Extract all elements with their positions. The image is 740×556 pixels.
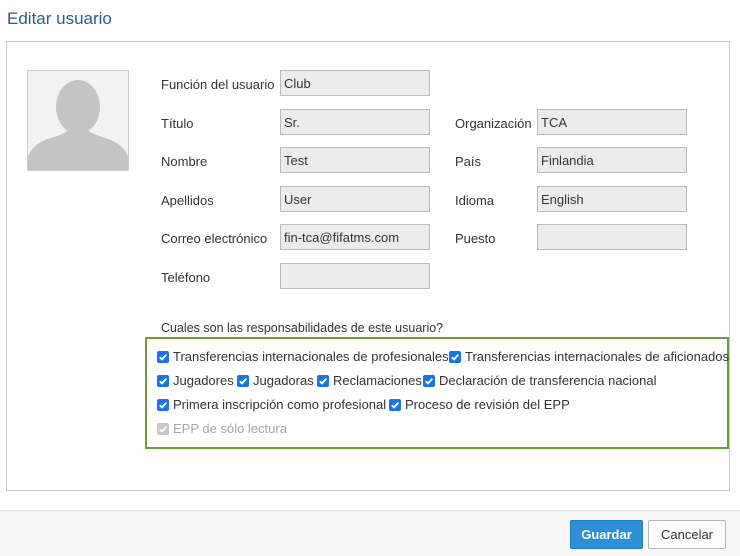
checkbox-first-professional-registration[interactable]: Primera inscripción como profesional <box>157 397 386 412</box>
checkbox-label: EPP de sólo lectura <box>173 421 287 436</box>
checkbox-national-transfer-declaration[interactable]: Declaración de transferencia nacional <box>423 373 657 388</box>
checkbox-label: Proceso de revisión del EPP <box>405 397 570 412</box>
language-field[interactable] <box>537 186 687 212</box>
checkbox-label: Jugadores <box>173 373 234 388</box>
last-name-field[interactable] <box>280 186 430 212</box>
phone-field[interactable] <box>280 263 430 289</box>
country-label: País <box>455 154 482 169</box>
checkbox-label: Primera inscripción como profesional <box>173 397 387 412</box>
checkmark-icon <box>157 422 169 435</box>
title-label: Título <box>161 116 194 131</box>
title-field[interactable] <box>280 109 430 135</box>
email-label: Correo electrónico <box>161 231 268 246</box>
first-name-label: Nombre <box>161 154 208 169</box>
phone-label: Teléfono <box>161 270 211 285</box>
responsibilities-question: Cuales son las responsabilidades de este… <box>161 321 444 335</box>
last-name-label: Apellidos <box>161 193 214 208</box>
checkmark-icon <box>237 374 249 387</box>
checkbox-male-players[interactable]: Jugadores <box>157 373 234 388</box>
checkbox-professional-transfers[interactable]: Transferencias internacionales de profes… <box>157 349 449 364</box>
checkmark-icon <box>157 398 169 411</box>
checkbox-label: Jugadoras <box>253 373 314 388</box>
email-field[interactable] <box>280 224 430 250</box>
checkbox-label: Declaración de transferencia nacional <box>439 373 657 388</box>
dialog-title: Editar usuario <box>7 9 112 28</box>
first-name-field[interactable] <box>280 147 430 173</box>
checkbox-epp-read-only: EPP de sólo lectura <box>157 421 287 436</box>
cancel-button[interactable]: Cancelar <box>648 520 726 549</box>
role-field[interactable] <box>280 70 430 96</box>
position-field[interactable] <box>537 224 687 250</box>
checkbox-female-players[interactable]: Jugadoras <box>237 373 314 388</box>
checkmark-icon <box>317 374 329 387</box>
country-field[interactable] <box>537 147 687 173</box>
checkmark-icon <box>389 398 401 411</box>
organization-field[interactable] <box>537 109 687 135</box>
checkbox-claims[interactable]: Reclamaciones <box>317 373 422 388</box>
checkmark-icon <box>423 374 435 387</box>
checkbox-epp-review-process[interactable]: Proceso de revisión del EPP <box>389 397 570 412</box>
checkmark-icon <box>157 350 169 363</box>
checkbox-amateur-transfers[interactable]: Transferencias internacionales de aficio… <box>449 349 729 364</box>
role-label: Función del usuario <box>161 77 275 92</box>
save-button[interactable]: Guardar <box>570 520 643 549</box>
language-label: Idioma <box>455 193 495 208</box>
checkbox-label: Transferencias internacionales de aficio… <box>465 349 730 364</box>
organization-label: Organización <box>455 116 532 131</box>
checkmark-icon <box>157 374 169 387</box>
checkbox-label: Reclamaciones <box>333 373 422 388</box>
checkmark-icon <box>449 350 461 363</box>
avatar <box>27 70 129 171</box>
user-silhouette-icon <box>28 71 128 170</box>
checkbox-label: Transferencias internacionales de profes… <box>173 349 449 364</box>
position-label: Puesto <box>455 231 496 246</box>
